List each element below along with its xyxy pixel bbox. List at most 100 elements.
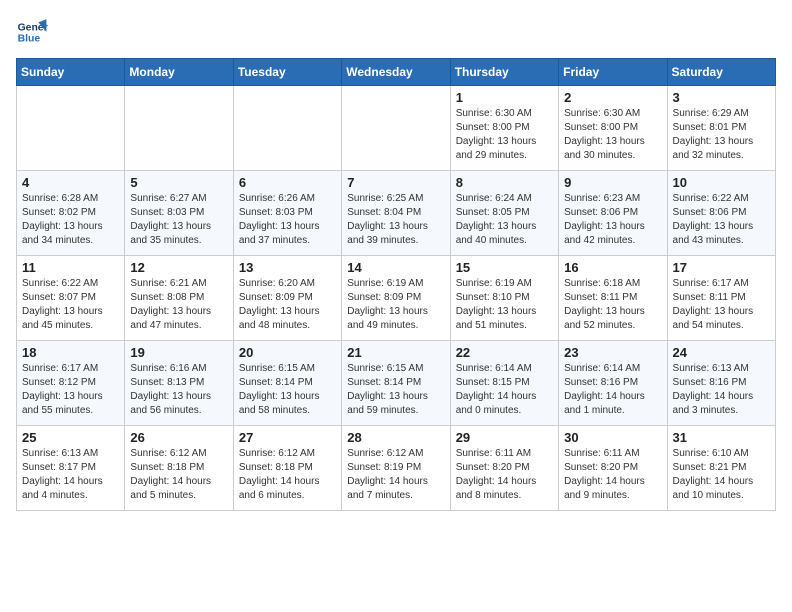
calendar-cell: 2 Sunrise: 6:30 AM Sunset: 8:00 PM Daylig…: [559, 86, 667, 171]
calendar-cell: 12 Sunrise: 6:21 AM Sunset: 8:08 PM Dayli…: [125, 256, 233, 341]
calendar-cell: 28 Sunrise: 6:12 AM Sunset: 8:19 PM Dayli…: [342, 426, 450, 511]
day-number: 6: [239, 175, 336, 190]
svg-text:Blue: Blue: [18, 34, 41, 45]
calendar-cell: 1 Sunrise: 6:30 AM Sunset: 8:00 PM Daylig…: [450, 86, 558, 171]
day-info: Sunrise: 6:17 AM Sunset: 8:12 PM Dayligh…: [22, 362, 119, 418]
calendar-header-row: SundayMondayTuesdayWednesdayThursdayFrid…: [17, 59, 776, 86]
day-number: 23: [564, 345, 661, 360]
day-info: Sunrise: 6:12 AM Sunset: 8:18 PM Dayligh…: [130, 447, 227, 503]
day-info: Sunrise: 6:13 AM Sunset: 8:16 PM Dayligh…: [673, 362, 770, 418]
calendar-cell: 14 Sunrise: 6:19 AM Sunset: 8:09 PM Dayli…: [342, 256, 450, 341]
day-info: Sunrise: 6:24 AM Sunset: 8:05 PM Dayligh…: [456, 192, 553, 248]
day-number: 14: [347, 260, 444, 275]
calendar-cell: [17, 86, 125, 171]
day-info: Sunrise: 6:18 AM Sunset: 8:11 PM Dayligh…: [564, 277, 661, 333]
day-info: Sunrise: 6:28 AM Sunset: 8:02 PM Dayligh…: [22, 192, 119, 248]
day-number: 1: [456, 90, 553, 105]
day-info: Sunrise: 6:21 AM Sunset: 8:08 PM Dayligh…: [130, 277, 227, 333]
day-number: 28: [347, 430, 444, 445]
day-number: 4: [22, 175, 119, 190]
calendar-cell: 7 Sunrise: 6:25 AM Sunset: 8:04 PM Daylig…: [342, 171, 450, 256]
day-info: Sunrise: 6:23 AM Sunset: 8:06 PM Dayligh…: [564, 192, 661, 248]
calendar-cell: 21Sunrise: 6:15 AM Sunset: 8:14 PM Dayli…: [342, 341, 450, 426]
logo-icon: General Blue: [16, 16, 48, 48]
day-number: 24: [673, 345, 770, 360]
calendar-cell: [125, 86, 233, 171]
calendar-cell: 19 Sunrise: 6:16 AM Sunset: 8:13 PM Dayli…: [125, 341, 233, 426]
day-info: Sunrise: 6:29 AM Sunset: 8:01 PM Dayligh…: [673, 107, 770, 163]
day-info: Sunrise: 6:19 AM Sunset: 8:09 PM Dayligh…: [347, 277, 444, 333]
calendar-cell: 11 Sunrise: 6:22 AM Sunset: 8:07 PM Dayli…: [17, 256, 125, 341]
calendar-cell: 16 Sunrise: 6:18 AM Sunset: 8:11 PM Dayli…: [559, 256, 667, 341]
day-info: Sunrise: 6:15 AM Sunset: 8:14 PM Dayligh…: [239, 362, 336, 418]
calendar-cell: 30 Sunrise: 6:11 AM Sunset: 8:20 PM Dayli…: [559, 426, 667, 511]
day-number: 2: [564, 90, 661, 105]
calendar-week-row: 1 Sunrise: 6:30 AM Sunset: 8:00 PM Daylig…: [17, 86, 776, 171]
calendar-cell: 15Sunrise: 6:19 AM Sunset: 8:10 PM Dayli…: [450, 256, 558, 341]
weekday-header: Monday: [125, 59, 233, 86]
weekday-header: Friday: [559, 59, 667, 86]
day-info: Sunrise: 6:11 AM Sunset: 8:20 PM Dayligh…: [564, 447, 661, 503]
day-number: 16: [564, 260, 661, 275]
calendar-week-row: 18Sunrise: 6:17 AM Sunset: 8:12 PM Dayli…: [17, 341, 776, 426]
day-number: 8: [456, 175, 553, 190]
calendar-cell: 6 Sunrise: 6:26 AM Sunset: 8:03 PM Daylig…: [233, 171, 341, 256]
day-info: Sunrise: 6:16 AM Sunset: 8:13 PM Dayligh…: [130, 362, 227, 418]
weekday-header: Wednesday: [342, 59, 450, 86]
day-info: Sunrise: 6:14 AM Sunset: 8:15 PM Dayligh…: [456, 362, 553, 418]
day-number: 22: [456, 345, 553, 360]
calendar-cell: 26 Sunrise: 6:12 AM Sunset: 8:18 PM Dayli…: [125, 426, 233, 511]
weekday-header: Tuesday: [233, 59, 341, 86]
calendar-cell: 9 Sunrise: 6:23 AM Sunset: 8:06 PM Daylig…: [559, 171, 667, 256]
calendar-cell: 22 Sunrise: 6:14 AM Sunset: 8:15 PM Dayli…: [450, 341, 558, 426]
calendar-cell: 17 Sunrise: 6:17 AM Sunset: 8:11 PM Dayli…: [667, 256, 775, 341]
day-number: 11: [22, 260, 119, 275]
calendar-cell: [342, 86, 450, 171]
day-info: Sunrise: 6:17 AM Sunset: 8:11 PM Dayligh…: [673, 277, 770, 333]
calendar-cell: [233, 86, 341, 171]
day-info: Sunrise: 6:25 AM Sunset: 8:04 PM Dayligh…: [347, 192, 444, 248]
calendar-cell: 18Sunrise: 6:17 AM Sunset: 8:12 PM Dayli…: [17, 341, 125, 426]
day-info: Sunrise: 6:14 AM Sunset: 8:16 PM Dayligh…: [564, 362, 661, 418]
day-number: 15: [456, 260, 553, 275]
day-info: Sunrise: 6:30 AM Sunset: 8:00 PM Dayligh…: [564, 107, 661, 163]
calendar-cell: 5Sunrise: 6:27 AM Sunset: 8:03 PM Daylig…: [125, 171, 233, 256]
calendar-cell: 24 Sunrise: 6:13 AM Sunset: 8:16 PM Dayli…: [667, 341, 775, 426]
day-number: 27: [239, 430, 336, 445]
day-number: 25: [22, 430, 119, 445]
calendar-cell: 27 Sunrise: 6:12 AM Sunset: 8:18 PM Dayli…: [233, 426, 341, 511]
day-info: Sunrise: 6:12 AM Sunset: 8:19 PM Dayligh…: [347, 447, 444, 503]
day-info: Sunrise: 6:11 AM Sunset: 8:20 PM Dayligh…: [456, 447, 553, 503]
day-number: 31: [673, 430, 770, 445]
day-number: 17: [673, 260, 770, 275]
day-number: 21: [347, 345, 444, 360]
day-info: Sunrise: 6:22 AM Sunset: 8:06 PM Dayligh…: [673, 192, 770, 248]
day-number: 29: [456, 430, 553, 445]
day-number: 3: [673, 90, 770, 105]
calendar-week-row: 25 Sunrise: 6:13 AM Sunset: 8:17 PM Dayli…: [17, 426, 776, 511]
day-number: 26: [130, 430, 227, 445]
calendar-week-row: 11 Sunrise: 6:22 AM Sunset: 8:07 PM Dayli…: [17, 256, 776, 341]
calendar-cell: 4 Sunrise: 6:28 AM Sunset: 8:02 PM Daylig…: [17, 171, 125, 256]
day-number: 19: [130, 345, 227, 360]
calendar-cell: 13Sunrise: 6:20 AM Sunset: 8:09 PM Dayli…: [233, 256, 341, 341]
day-info: Sunrise: 6:30 AM Sunset: 8:00 PM Dayligh…: [456, 107, 553, 163]
day-number: 30: [564, 430, 661, 445]
calendar-cell: 29 Sunrise: 6:11 AM Sunset: 8:20 PM Dayli…: [450, 426, 558, 511]
day-info: Sunrise: 6:10 AM Sunset: 8:21 PM Dayligh…: [673, 447, 770, 503]
calendar-week-row: 4 Sunrise: 6:28 AM Sunset: 8:02 PM Daylig…: [17, 171, 776, 256]
weekday-header: Sunday: [17, 59, 125, 86]
day-info: Sunrise: 6:12 AM Sunset: 8:18 PM Dayligh…: [239, 447, 336, 503]
weekday-header: Saturday: [667, 59, 775, 86]
day-info: Sunrise: 6:22 AM Sunset: 8:07 PM Dayligh…: [22, 277, 119, 333]
calendar-table: SundayMondayTuesdayWednesdayThursdayFrid…: [16, 58, 776, 511]
day-number: 7: [347, 175, 444, 190]
day-number: 10: [673, 175, 770, 190]
day-number: 12: [130, 260, 227, 275]
day-number: 20: [239, 345, 336, 360]
day-number: 9: [564, 175, 661, 190]
calendar-cell: 3 Sunrise: 6:29 AM Sunset: 8:01 PM Daylig…: [667, 86, 775, 171]
day-info: Sunrise: 6:26 AM Sunset: 8:03 PM Dayligh…: [239, 192, 336, 248]
day-info: Sunrise: 6:13 AM Sunset: 8:17 PM Dayligh…: [22, 447, 119, 503]
day-number: 13: [239, 260, 336, 275]
